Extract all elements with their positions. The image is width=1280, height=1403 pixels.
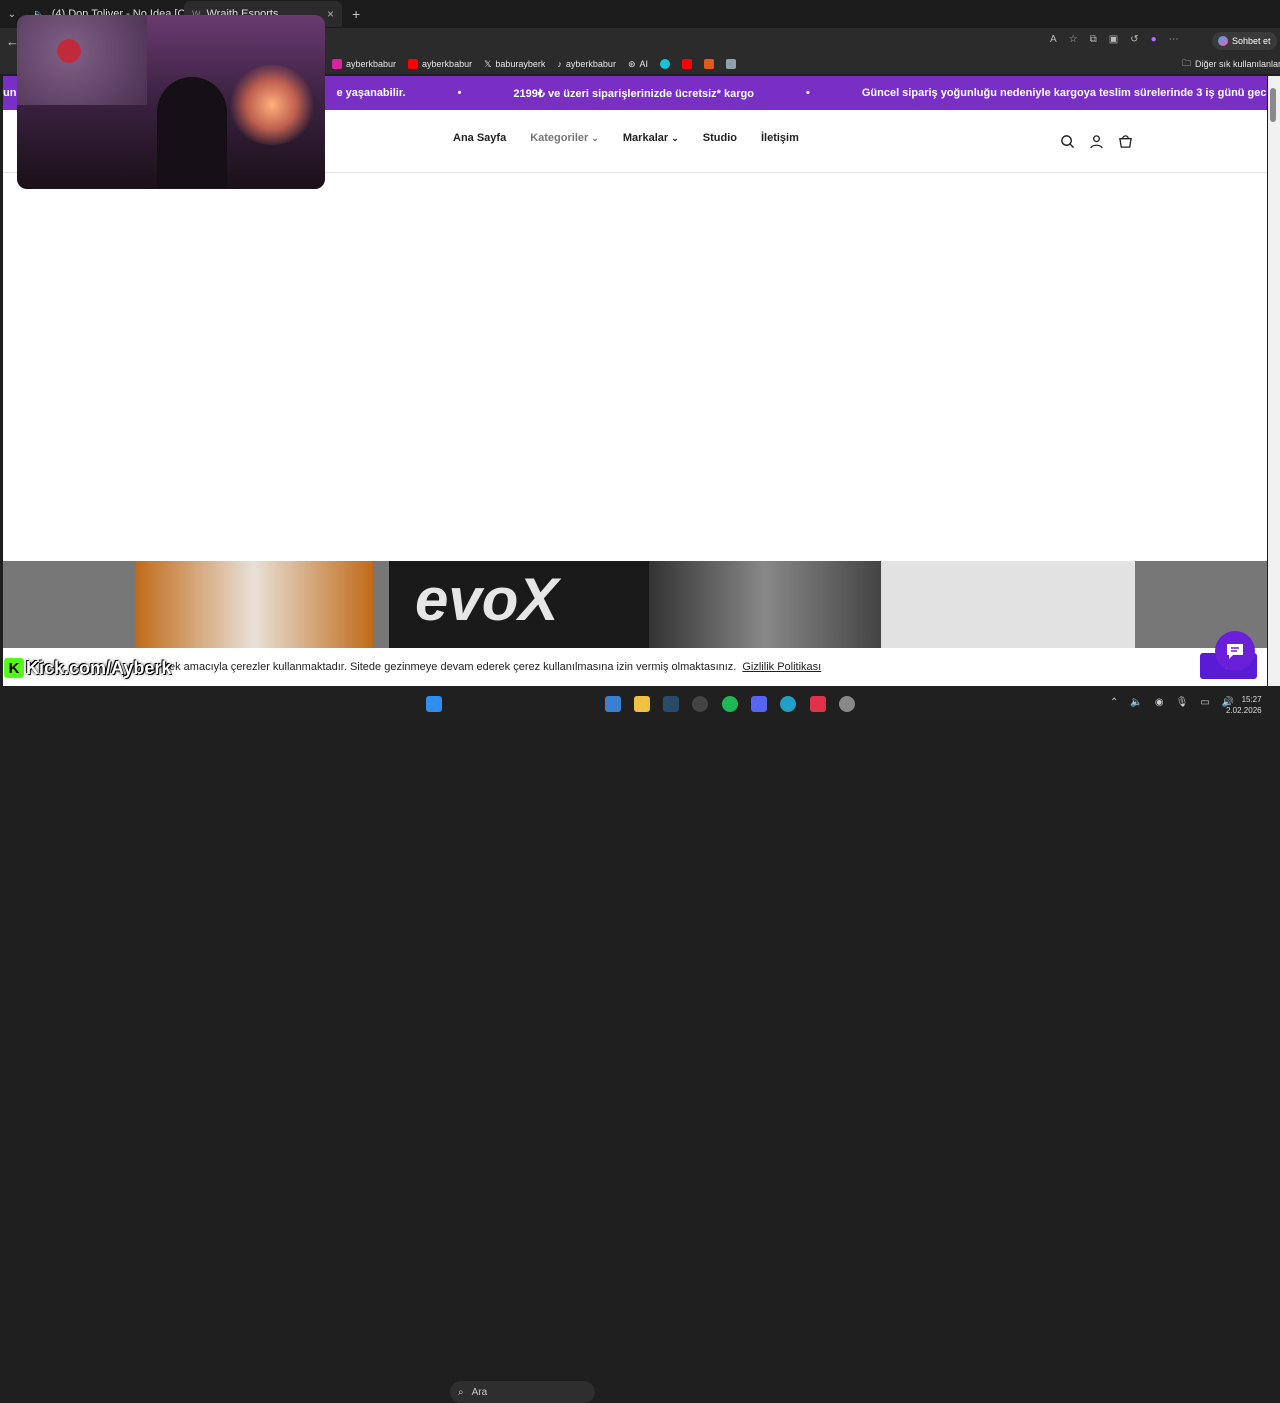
webcam-wall-art (17, 15, 147, 105)
chat-icon (1227, 644, 1243, 659)
clock-time: 15:27 (1241, 695, 1262, 704)
folder-icon: 🗀 (1182, 58, 1192, 68)
bookmark-x[interactable]: 𝕏baburayberk (478, 59, 551, 70)
banner-keyboard[interactable] (881, 561, 1135, 651)
steam-icon[interactable] (663, 696, 679, 712)
bookmark-youtube[interactable]: ayberkbabur (402, 59, 478, 69)
webcam-person (157, 77, 227, 189)
valorant-icon[interactable] (810, 696, 826, 712)
nav-contact[interactable]: İletişim (761, 132, 799, 144)
x-icon: 𝕏 (484, 58, 492, 69)
collections-icon[interactable]: ▣ (1109, 34, 1118, 45)
copilot-icon (1218, 36, 1228, 46)
display-icon[interactable]: ▭ (1200, 697, 1209, 708)
openai-icon: ⊛ (627, 58, 636, 69)
nav-studio[interactable]: Studio (703, 132, 737, 144)
nav-categories[interactable]: Kategoriler ⌄ (530, 132, 599, 144)
kick-overlay: K Kick.com/Ayberk (4, 657, 171, 679)
tool-icon (726, 59, 737, 69)
bookmark-cloud[interactable] (654, 59, 676, 69)
evox-logo: evoX (415, 566, 559, 633)
kick-url: Kick.com/Ayberk (26, 657, 172, 678)
kick-logo-icon: K (4, 658, 24, 678)
extensions-icon[interactable]: ⧉ (1090, 34, 1097, 45)
header-icons (1060, 134, 1133, 149)
account-icon[interactable] (1089, 134, 1104, 149)
bookmark-instagram[interactable]: ayberkbabur (326, 59, 402, 69)
widgets-icon[interactable] (605, 696, 621, 712)
youtube-icon (682, 59, 693, 69)
cloud-icon (660, 59, 671, 69)
privacy-policy-link[interactable]: Gizlilik Politikası (742, 661, 821, 673)
announcement-separator: • (805, 87, 810, 99)
edge-icon[interactable] (780, 696, 796, 712)
search-icon: ⌕ (458, 1386, 464, 1398)
profile-icon[interactable]: ● (1151, 34, 1157, 45)
read-aloud-icon[interactable]: A (1050, 34, 1057, 45)
scrollbar-thumb[interactable] (1270, 88, 1276, 122)
nav-home[interactable]: Ana Sayfa (453, 132, 506, 144)
clock-date: 2.02.2026 (1226, 706, 1262, 715)
spotify-icon[interactable] (722, 696, 738, 712)
page-scrollbar[interactable] (1268, 76, 1280, 686)
new-tab-button[interactable]: + (342, 6, 370, 22)
banner-evox[interactable]: evoX (389, 561, 881, 651)
taskbar: ⌕ Ara ⌃ 🔈 ◉ 🎙 ▭ 🔊 15:27 2.02.2026 (0, 688, 1280, 1403)
other-bookmarks[interactable]: 🗀 Diğer sık kullanılanlar (1176, 56, 1280, 72)
start-icon[interactable] (426, 696, 442, 712)
bookmark-ai[interactable]: ⊛ AI (622, 59, 654, 70)
mic-icon[interactable]: 🎙 (1176, 697, 1189, 708)
main-nav: Ana Sayfa Kategoriler ⌄ Markalar ⌄ Studi… (453, 132, 799, 144)
bookmark-tool[interactable] (720, 59, 742, 69)
anime-artwork (649, 561, 881, 651)
cookie-banner: ek amacıyla çerezler kullanmaktadır. Sit… (3, 648, 1267, 686)
chevron-down-icon: ⌄ (671, 133, 679, 143)
settings-gear-icon[interactable] (839, 696, 855, 712)
instagram-icon (332, 59, 342, 69)
gg-icon (704, 59, 715, 69)
webcam-lamp-glow (227, 65, 317, 145)
taskbar-search[interactable]: ⌕ Ara (450, 1381, 595, 1403)
announcement-text: Güncel sipariş yoğunluğu nedeniyle kargo… (861, 87, 1267, 99)
bookmark-youtube-2[interactable] (676, 59, 698, 69)
discord-icon[interactable] (751, 696, 767, 712)
search-icon[interactable] (1060, 134, 1075, 149)
banner-headphones[interactable] (135, 561, 373, 651)
youtube-icon (408, 59, 419, 69)
chevron-down-icon: ⌄ (591, 133, 599, 143)
bookmark-tiktok[interactable]: ♪ ayberkbabur (551, 59, 622, 69)
steelseries-icon[interactable] (692, 696, 708, 712)
announcement-separator: • (457, 87, 462, 99)
tray-icons: ⌃ 🔈 ◉ 🎙 ▭ 🔊 (1110, 697, 1234, 708)
webcam-overlay (17, 15, 325, 189)
cart-icon[interactable] (1118, 134, 1133, 149)
chat-widget-button[interactable] (1215, 631, 1255, 671)
speaker-icon[interactable]: 🔈 (1130, 697, 1142, 708)
promo-banner: evoX (3, 561, 1267, 651)
tiktok-icon: ♪ (557, 59, 562, 69)
history-icon[interactable]: ↺ (1130, 34, 1138, 45)
copilot-button[interactable]: Sohbet et (1212, 32, 1277, 50)
clock[interactable]: 15:27 2.02.2026 (1226, 694, 1262, 716)
bookmark-gg[interactable] (698, 59, 720, 69)
chevron-up-icon[interactable]: ⌃ (1110, 697, 1118, 708)
network-icon[interactable]: ◉ (1155, 697, 1164, 708)
favorite-star-icon[interactable]: ☆ (1069, 34, 1078, 45)
more-icon[interactable]: ⋯ (1169, 34, 1179, 45)
nav-brands[interactable]: Markalar ⌄ (623, 132, 679, 144)
close-tab-icon[interactable]: × (327, 7, 334, 21)
file-explorer-icon[interactable] (634, 696, 650, 712)
announcement-text: 2199₺ ve üzeri siparişlerinizde ücretsiz… (513, 87, 754, 100)
